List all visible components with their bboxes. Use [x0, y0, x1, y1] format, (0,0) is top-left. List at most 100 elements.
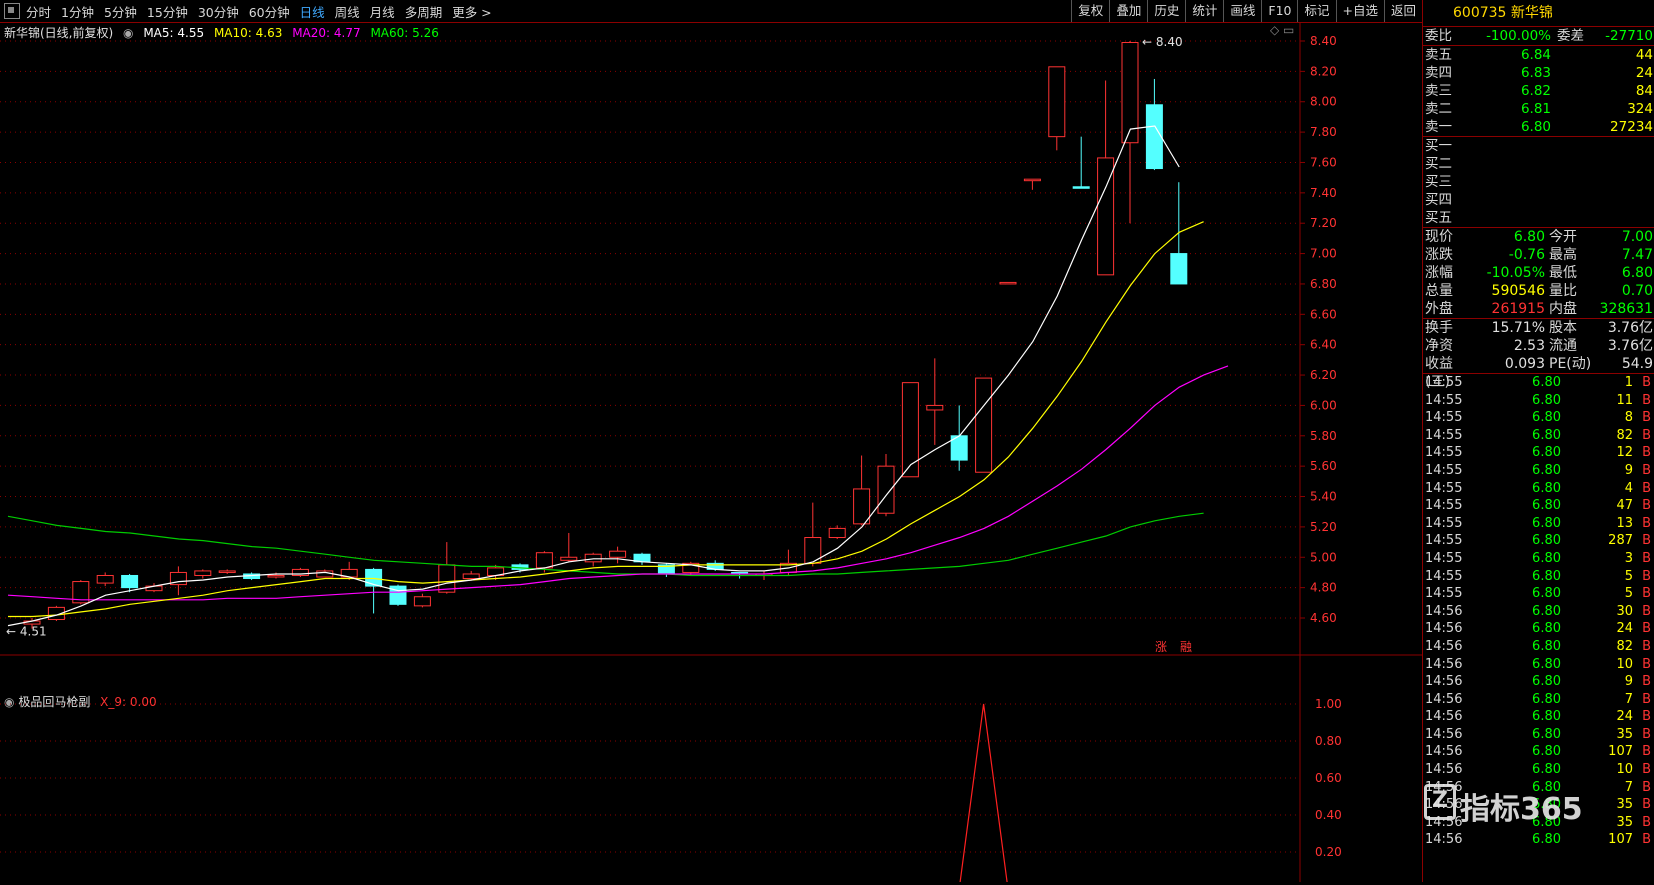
tick-time: 14:55	[1425, 568, 1463, 584]
tick-volume: 4	[1624, 480, 1633, 496]
price-tick-label: 5.20	[1310, 520, 1337, 534]
price-tick-label: 8.40	[1310, 34, 1337, 48]
tick-volume: 5	[1624, 568, 1633, 584]
stock-code-name: 600735 新华锦	[1423, 0, 1654, 27]
quote-value: 7.47	[1621, 247, 1653, 263]
ask-row[interactable]: 卖四 6.83 24	[1423, 64, 1654, 82]
ask-volume: 24	[1635, 65, 1653, 81]
candle-body	[413, 596, 431, 607]
ask-volume: 27234	[1610, 119, 1653, 135]
bid-row[interactable]: 买一	[1423, 137, 1654, 155]
tick-side: B	[1642, 533, 1651, 549]
toolbar-button[interactable]: 历史	[1147, 0, 1185, 22]
ma60-line	[7, 512, 1204, 577]
tick-time: 14:56	[1425, 656, 1463, 672]
tick-row: 14:55 6.80 12 B	[1423, 444, 1654, 462]
period-tab[interactable]: 日线	[300, 2, 325, 21]
period-tab[interactable]: 更多 >	[452, 2, 491, 21]
period-tab[interactable]: 5分钟	[104, 2, 137, 21]
tick-side: B	[1642, 392, 1651, 408]
ask-row[interactable]: 卖五 6.84 44	[1423, 46, 1654, 64]
bid-row[interactable]: 买四	[1423, 191, 1654, 209]
period-tab[interactable]: 多周期	[405, 2, 443, 21]
fund-row: 收益(三) 0.093 PE(动) 54.9	[1423, 355, 1654, 390]
candle-body	[901, 382, 919, 478]
toolbar-button[interactable]: +自选	[1335, 0, 1384, 22]
indicator-tick-label: 0.60	[1315, 771, 1342, 785]
candle-body	[584, 553, 602, 563]
tick-volume: 10	[1616, 762, 1633, 778]
tick-volume: 287	[1608, 533, 1633, 549]
fund-label: 股本	[1549, 320, 1577, 336]
weicha-value: -27710	[1605, 28, 1653, 44]
fund-value: 0.093	[1504, 356, 1545, 372]
tick-side: B	[1642, 480, 1651, 496]
ask-book: 卖五 6.84 44 卖四 6.83 24 卖三 6.82 84 卖二 6.81 324 卖一 6.80 2…	[1423, 46, 1654, 136]
tick-side: B	[1642, 762, 1651, 778]
fund-value: 15.71%	[1491, 320, 1545, 336]
tick-price: 6.80	[1532, 762, 1561, 778]
tick-time: 14:55	[1425, 445, 1463, 461]
tick-row: 14:55 6.80 4 B	[1423, 480, 1654, 498]
period-tab[interactable]: 周线	[335, 2, 360, 21]
quote-value: 261915	[1491, 301, 1545, 317]
bid-row[interactable]: 买三	[1423, 173, 1654, 191]
period-tab[interactable]: 月线	[370, 2, 395, 21]
tick-row: 14:55 6.80 13 B	[1423, 515, 1654, 533]
period-tab[interactable]: 30分钟	[198, 2, 239, 21]
period-tab[interactable]: 15分钟	[147, 2, 188, 21]
toolbar-button[interactable]: 统计	[1185, 0, 1223, 22]
tick-side: B	[1642, 498, 1651, 514]
fund-label: PE(动)	[1549, 356, 1592, 372]
toolbar-button[interactable]: 画线	[1223, 0, 1261, 22]
tick-side: B	[1642, 691, 1651, 707]
tick-volume: 7	[1624, 691, 1633, 707]
bid-row[interactable]: 买五	[1423, 209, 1654, 227]
candle-body	[1048, 66, 1066, 138]
price-tick-label: 6.40	[1310, 338, 1337, 352]
ask-row[interactable]: 卖三 6.82 84	[1423, 82, 1654, 100]
toolbar-button[interactable]: F10	[1261, 0, 1297, 22]
tick-time: 14:55	[1425, 375, 1463, 390]
tick-price: 6.80	[1532, 533, 1561, 549]
tick-side: B	[1642, 779, 1651, 795]
tick-row: 14:55 6.80 11 B	[1423, 392, 1654, 410]
tick-side: B	[1642, 445, 1651, 461]
quote-label: 内盘	[1549, 301, 1577, 317]
toolbar-button[interactable]: 复权	[1071, 0, 1109, 22]
tick-side: B	[1642, 568, 1651, 584]
tick-side: B	[1642, 427, 1651, 443]
price-tick-label: 7.20	[1310, 216, 1337, 230]
quote-value: 6.80	[1513, 229, 1545, 245]
tick-list[interactable]: 14:55 6.80 1 B 14:55 6.80 11 B 14:55 6.80 8 B 14:55 6…	[1423, 373, 1654, 849]
tick-price: 6.80	[1532, 726, 1561, 742]
ask-row[interactable]: 卖一 6.80 27234	[1423, 118, 1654, 136]
ask-row[interactable]: 卖二 6.81 324	[1423, 100, 1654, 118]
toolbar-button[interactable]: 叠加	[1109, 0, 1147, 22]
bid-row[interactable]: 买二	[1423, 155, 1654, 173]
kline-chart[interactable]: 8.40 8.20 8.00 7.80 7.60 7.40 7.20 7.00 6.80 6.60…	[0, 22, 1422, 692]
quote-label: 涨幅	[1425, 265, 1453, 281]
indicator-chart[interactable]: 1.00 0.80 0.60 0.40 0.20	[0, 692, 1422, 885]
weicha-label: 委差	[1557, 28, 1584, 44]
period-tab[interactable]: 60分钟	[249, 2, 290, 21]
quote-row: 涨跌 -0.76 最高 7.47	[1423, 246, 1654, 264]
ask-label: 卖三	[1425, 83, 1452, 99]
period-tab[interactable]: 1分钟	[61, 2, 94, 21]
toolbar-button[interactable]: 返回	[1383, 0, 1422, 22]
tick-price: 6.80	[1532, 709, 1561, 725]
tick-price: 6.80	[1532, 691, 1561, 707]
toolbar-button[interactable]: 标记	[1297, 0, 1335, 22]
period-tab[interactable]: 分时	[26, 2, 51, 21]
tick-side: B	[1642, 621, 1651, 637]
menu-icon[interactable]	[4, 3, 20, 19]
price-tick-label: 6.20	[1310, 368, 1337, 382]
tick-row: 14:55 6.80 8 B	[1423, 409, 1654, 427]
ask-price: 6.80	[1520, 119, 1551, 135]
tick-price: 6.80	[1532, 674, 1561, 690]
tick-time: 14:55	[1425, 515, 1463, 531]
tick-side: B	[1642, 375, 1651, 390]
price-tick-label: 8.20	[1310, 64, 1337, 78]
ask-volume: 324	[1627, 101, 1653, 117]
tick-price: 6.80	[1532, 832, 1561, 848]
